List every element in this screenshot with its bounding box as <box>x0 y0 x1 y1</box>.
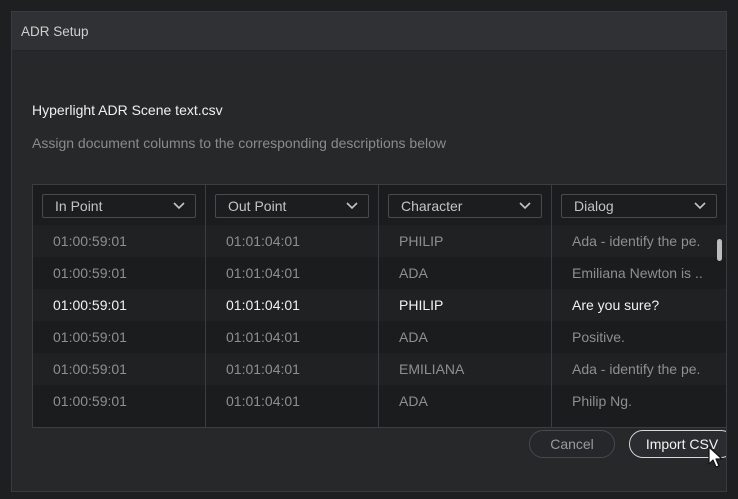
table-cell[interactable]: ADA <box>379 321 551 353</box>
table-cell[interactable]: ADA <box>379 257 551 289</box>
column-header: Character <box>379 185 551 225</box>
table-cell[interactable]: EMILIANA <box>379 353 551 385</box>
character-column-select[interactable]: Character <box>388 194 542 218</box>
select-label: Out Point <box>228 198 287 214</box>
mouse-pointer-icon <box>708 446 723 468</box>
adr-setup-dialog: ADR Setup Hyperlight ADR Scene text.csv … <box>11 11 727 492</box>
chevron-down-icon <box>694 200 706 212</box>
vertical-scrollbar[interactable] <box>717 239 722 261</box>
chevron-down-icon <box>519 200 531 212</box>
table-cell[interactable]: 01:01:04:01 <box>206 225 378 257</box>
table-cell[interactable]: PHILIP <box>379 225 551 257</box>
table-cell[interactable]: 01:00:59:01 <box>33 257 205 289</box>
table-cell[interactable]: Ada - identify the pe. <box>552 353 726 385</box>
table-cell[interactable]: ADA <box>379 385 551 417</box>
select-label: Character <box>401 198 463 214</box>
cancel-button[interactable]: Cancel <box>529 430 615 458</box>
table-cell[interactable]: Are you sure? <box>552 289 726 321</box>
out-point-column-select[interactable]: Out Point <box>215 194 369 218</box>
select-label: In Point <box>55 198 103 214</box>
dialog-column-select[interactable]: Dialog <box>561 194 717 218</box>
chevron-down-icon <box>346 200 358 212</box>
table-cell[interactable]: PHILIP <box>379 289 551 321</box>
table-cell[interactable]: Positive. <box>552 321 726 353</box>
table-cell[interactable]: 01:00:59:01 <box>33 385 205 417</box>
column-dialog: Dialog Ada - identify the pe. Emiliana N… <box>552 185 726 427</box>
table-cell[interactable]: 01:01:04:01 <box>206 257 378 289</box>
column-header: Dialog <box>552 185 726 225</box>
window-titlebar[interactable]: ADR Setup <box>12 12 726 51</box>
table-cell[interactable]: 01:00:59:01 <box>33 321 205 353</box>
window-title: ADR Setup <box>21 23 89 39</box>
column-mapping-table: In Point 01:00:59:01 01:00:59:01 01:00:5… <box>32 184 726 428</box>
table-cell[interactable]: 01:01:04:01 <box>206 353 378 385</box>
csv-file-name: Hyperlight ADR Scene text.csv <box>32 102 223 118</box>
select-label: Dialog <box>574 198 614 214</box>
table-cell[interactable]: 01:01:04:01 <box>206 321 378 353</box>
table-cell[interactable]: 01:00:59:01 <box>33 353 205 385</box>
table-cell[interactable]: Philip Ng. <box>552 385 726 417</box>
chevron-down-icon <box>173 200 185 212</box>
column-header: In Point <box>33 185 205 225</box>
table-cell[interactable]: Emiliana Newton is .. <box>552 257 726 289</box>
table-cell[interactable]: 01:01:04:01 <box>206 289 378 321</box>
table-cell[interactable]: 01:01:04:01 <box>206 385 378 417</box>
instructions-text: Assign document columns to the correspon… <box>32 135 447 151</box>
column-in-point: In Point 01:00:59:01 01:00:59:01 01:00:5… <box>33 185 206 427</box>
column-character: Character PHILIP ADA PHILIP ADA EMILIANA… <box>379 185 552 427</box>
table-cell[interactable]: Ada - identify the pe. <box>552 225 726 257</box>
table-cell[interactable]: 01:00:59:01 <box>33 289 205 321</box>
column-out-point: Out Point 01:01:04:01 01:01:04:01 01:01:… <box>206 185 379 427</box>
table-cell[interactable]: 01:00:59:01 <box>33 225 205 257</box>
column-header: Out Point <box>206 185 378 225</box>
in-point-column-select[interactable]: In Point <box>42 194 196 218</box>
